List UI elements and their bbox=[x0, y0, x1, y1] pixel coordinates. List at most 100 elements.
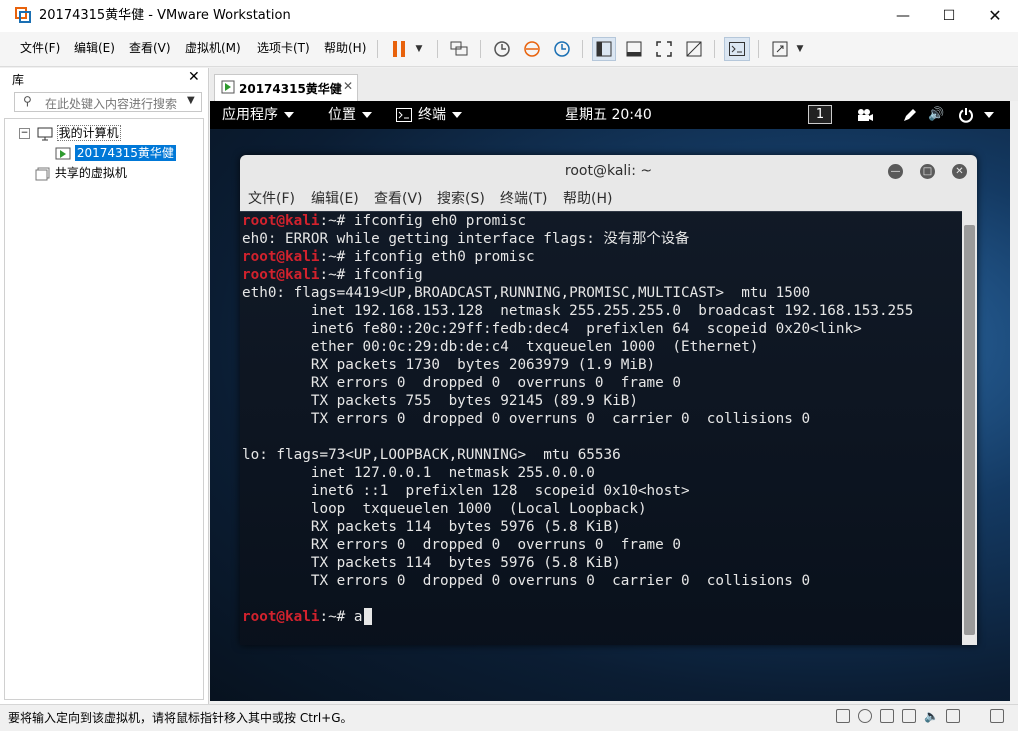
output-text: inet 127.0.0.1 netmask 255.0.0.0 bbox=[242, 465, 595, 481]
terminal-minimize-icon[interactable]: — bbox=[888, 164, 903, 179]
send-ctrl-alt-del-icon[interactable] bbox=[447, 37, 471, 61]
prompt-user: root@kali bbox=[242, 267, 320, 283]
terminal-line: TX packets 755 bytes 92145 (89.9 KiB) bbox=[242, 392, 638, 410]
text-cursor bbox=[363, 608, 372, 625]
power-icon[interactable] bbox=[958, 107, 974, 123]
output-text: RX errors 0 dropped 0 overruns 0 frame 0 bbox=[242, 537, 681, 553]
collapse-icon[interactable]: − bbox=[19, 128, 30, 139]
library-panel: 库 ✕ ⚲ 在此处键入内容进行搜索 ▼ − 我的计算机 20174315黄华健 … bbox=[0, 68, 209, 704]
unity-mode-icon[interactable] bbox=[682, 37, 706, 61]
volume-icon[interactable]: 🔊 bbox=[928, 101, 944, 129]
snapshot-icon[interactable] bbox=[490, 37, 514, 61]
cd-dvd-icon[interactable] bbox=[858, 709, 872, 723]
terminal-menu-help[interactable]: 帮助(H) bbox=[563, 187, 612, 211]
output-text: inet 192.168.153.128 netmask 255.255.255… bbox=[242, 303, 914, 319]
output-text: loop txqueuelen 1000 (Local Loopback) bbox=[242, 501, 647, 517]
show-library-icon[interactable] bbox=[592, 37, 616, 61]
terminal-maximize-icon[interactable]: □ bbox=[920, 164, 935, 179]
terminal-line: TX errors 0 dropped 0 overruns 0 carrier… bbox=[242, 410, 810, 428]
output-text: lo: flags=73<UP,LOOPBACK,RUNNING> mtu 65… bbox=[242, 447, 621, 463]
terminal-close-icon[interactable]: ✕ bbox=[952, 164, 967, 179]
stretch-chevron-icon[interactable]: ▼ bbox=[794, 37, 806, 61]
toolbar-separator bbox=[714, 40, 715, 58]
gnome-clock[interactable]: 星期五 20:40 bbox=[565, 101, 652, 129]
terminal-menu-view[interactable]: 查看(V) bbox=[374, 187, 423, 211]
library-close-icon[interactable]: ✕ bbox=[188, 69, 200, 85]
command-text: ifconfig bbox=[345, 267, 423, 283]
menu-tabs[interactable]: 选项卡(T) bbox=[257, 32, 310, 64]
toolbar-separator bbox=[582, 40, 583, 58]
terminal-line: inet6 ::1 prefixlen 128 scopeid 0x10<hos… bbox=[242, 482, 690, 500]
prompt-user: root@kali bbox=[242, 609, 320, 625]
terminal-window[interactable]: root@kali: ~ — □ ✕ 文件(F) 编辑(E) 查看(V) 搜索(… bbox=[240, 155, 977, 645]
menu-vm[interactable]: 虚拟机(M) bbox=[185, 32, 241, 64]
gnome-applications-menu[interactable]: 应用程序 bbox=[222, 101, 294, 129]
vm-display[interactable]: 应用程序 位置 终端 星期五 20:40 1 🔊 root@kali: ~ — … bbox=[210, 101, 1010, 701]
menu-edit[interactable]: 编辑(E) bbox=[74, 32, 115, 64]
output-text: RX errors 0 dropped 0 overruns 0 frame 0 bbox=[242, 375, 681, 391]
terminal-menu-file[interactable]: 文件(F) bbox=[248, 187, 295, 211]
terminal-menu-edit[interactable]: 编辑(E) bbox=[311, 187, 359, 211]
sound-card-icon[interactable]: 🔈 bbox=[924, 709, 939, 723]
toolbar-separator bbox=[377, 40, 378, 58]
terminal-scrollbar[interactable] bbox=[962, 211, 977, 645]
maximize-button[interactable]: ☐ bbox=[926, 0, 972, 31]
thumbnail-bar-icon[interactable] bbox=[622, 37, 646, 61]
gnome-places-menu[interactable]: 位置 bbox=[328, 101, 372, 129]
menu-bar: 文件(F) 编辑(E) 查看(V) 虚拟机(M) 选项卡(T) 帮助(H) ▼ … bbox=[0, 32, 1018, 67]
terminal-line: root@kali:~# a bbox=[242, 608, 372, 626]
terminal-menu-terminal[interactable]: 终端(T) bbox=[500, 187, 547, 211]
full-screen-icon[interactable] bbox=[652, 37, 676, 61]
terminal-icon bbox=[396, 108, 412, 122]
output-text: TX packets 114 bytes 5976 (5.8 KiB) bbox=[242, 555, 621, 571]
terminal-line: inet 127.0.0.1 netmask 255.0.0.0 bbox=[242, 464, 595, 482]
menu-help[interactable]: 帮助(H) bbox=[324, 32, 366, 64]
terminal-line: eh0: ERROR while getting interface flags… bbox=[242, 230, 689, 248]
output-text: RX packets 114 bytes 5976 (5.8 KiB) bbox=[242, 519, 621, 535]
hard-disk-icon[interactable] bbox=[836, 709, 850, 723]
system-menu-chevron-icon[interactable] bbox=[978, 101, 994, 129]
search-placeholder: 在此处键入内容进行搜索 bbox=[45, 97, 178, 111]
prompt-tail: :~# bbox=[319, 213, 346, 229]
minimize-button[interactable]: — bbox=[880, 0, 926, 31]
terminal-line: TX packets 114 bytes 5976 (5.8 KiB) bbox=[242, 554, 621, 572]
output-text: ether 00:0c:29:db:de:c4 txqueuelen 1000 … bbox=[242, 339, 759, 355]
pen-icon[interactable] bbox=[902, 107, 918, 123]
terminal-scrollbar-thumb[interactable] bbox=[964, 225, 975, 635]
usb-controller-icon[interactable] bbox=[902, 709, 916, 723]
power-menu-chevron-icon[interactable]: ▼ bbox=[412, 37, 426, 61]
tree-item-vm[interactable]: 20174315黄华健 bbox=[55, 143, 205, 163]
revert-snapshot-icon[interactable] bbox=[520, 37, 544, 61]
menu-file[interactable]: 文件(F) bbox=[20, 32, 60, 64]
network-adapter-icon[interactable] bbox=[880, 709, 894, 723]
shared-vm-icon bbox=[35, 167, 50, 180]
stretch-display-icon[interactable] bbox=[768, 37, 792, 61]
prompt-user: root@kali bbox=[242, 249, 320, 265]
tree-item-shared-vms[interactable]: 共享的虚拟机 bbox=[35, 163, 195, 183]
snapshot-manager-icon[interactable] bbox=[550, 37, 574, 61]
close-window-button[interactable]: ✕ bbox=[972, 0, 1018, 31]
toolbar-separator bbox=[437, 40, 438, 58]
library-search-input[interactable]: ⚲ 在此处键入内容进行搜索 ▼ bbox=[14, 92, 202, 112]
output-text: TX errors 0 dropped 0 overruns 0 carrier… bbox=[242, 573, 811, 589]
prompt-tail: :~# bbox=[319, 609, 346, 625]
toolbar-separator bbox=[480, 40, 481, 58]
display-icon[interactable] bbox=[946, 709, 960, 723]
terminal-line: TX errors 0 dropped 0 overruns 0 carrier… bbox=[242, 572, 810, 590]
terminal-output[interactable]: root@kali:~# ifconfig eh0 promisc eh0: ER… bbox=[240, 211, 962, 645]
video-camera-icon[interactable] bbox=[856, 108, 874, 122]
output-text: eh0: ERROR while getting interface flags… bbox=[242, 231, 690, 247]
workspace-indicator[interactable]: 1 bbox=[808, 105, 832, 124]
terminal-menu-search[interactable]: 搜索(S) bbox=[437, 187, 485, 211]
tab-vm[interactable]: 20174315黄华健 ✕ bbox=[214, 74, 358, 101]
gnome-terminal-menu[interactable]: 终端 bbox=[396, 101, 462, 129]
tab-close-icon[interactable]: ✕ bbox=[343, 79, 353, 93]
output-text: TX errors 0 dropped 0 overruns 0 carrier… bbox=[242, 411, 811, 427]
search-dropdown-icon[interactable]: ▼ bbox=[187, 95, 195, 106]
console-view-icon[interactable] bbox=[724, 37, 750, 61]
message-log-icon[interactable] bbox=[990, 709, 1004, 723]
tree-item-my-computer[interactable]: − 我的计算机 bbox=[19, 123, 199, 143]
terminal-line: RX packets 1730 bytes 2063979 (1.9 MiB) bbox=[242, 356, 655, 374]
menu-view[interactable]: 查看(V) bbox=[129, 32, 171, 64]
pause-icon[interactable] bbox=[388, 37, 410, 61]
